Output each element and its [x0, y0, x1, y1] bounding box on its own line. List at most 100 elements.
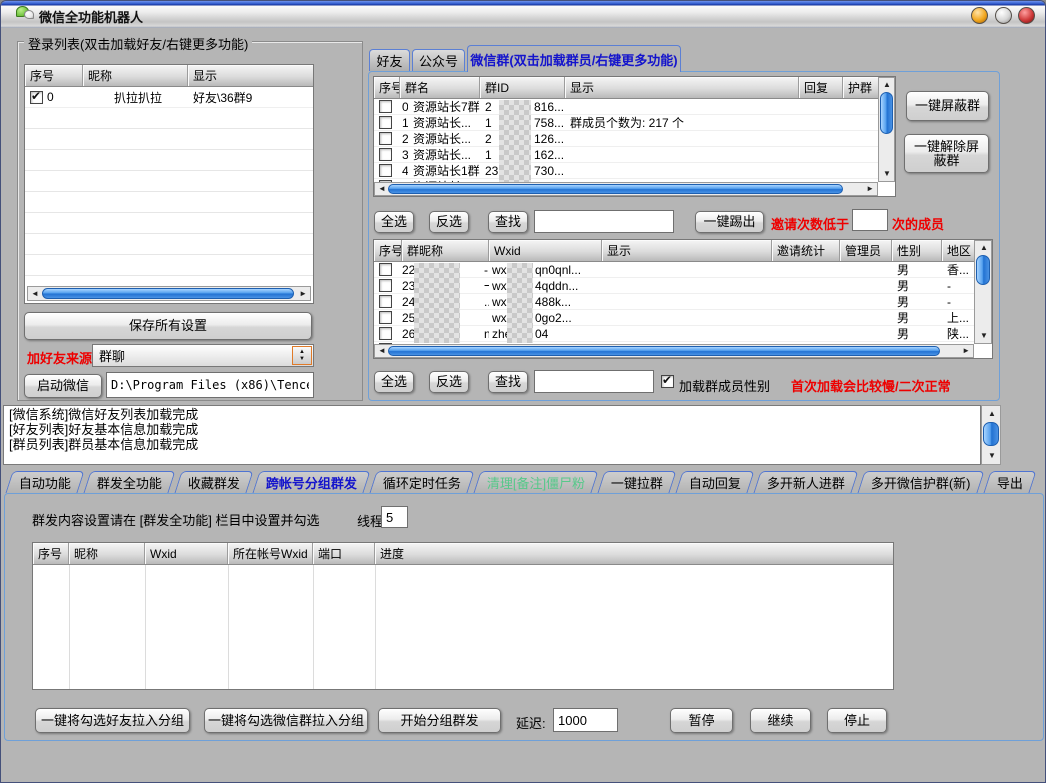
group-row-id: 2 [485, 100, 492, 114]
thread-count-input[interactable] [381, 506, 408, 528]
member-row[interactable]: 23 如一棒 wxi4qddn... 男 - [374, 278, 975, 294]
block-group-button[interactable]: 一键屏蔽群 [906, 91, 989, 121]
members-table-vscrollbar[interactable]: ▲ ▼ [974, 240, 992, 344]
tab-clean-zombie-fans[interactable]: 清理[备注]僵尸粉 [474, 471, 599, 493]
wechat-path-input[interactable] [106, 372, 314, 398]
scroll-thumb[interactable] [983, 422, 999, 446]
group-row-checkbox[interactable] [379, 132, 392, 145]
column-header: 管理员 [840, 240, 892, 261]
members-invert-selection-button[interactable]: 反选 [429, 371, 469, 393]
unblock-group-button[interactable]: 一键解除屏蔽群 [904, 134, 989, 173]
group-row-checkbox[interactable] [379, 100, 392, 113]
load-member-sex-checkbox[interactable]: ✔ [661, 375, 674, 388]
log-line: [好友列表]好友基本信息加载完成 [9, 422, 975, 437]
members-select-all-button[interactable]: 全选 [374, 371, 414, 393]
log-vscrollbar[interactable]: ▲ ▼ [981, 405, 1001, 465]
scroll-down-icon[interactable]: ▼ [988, 452, 996, 460]
close-button[interactable] [1018, 7, 1035, 24]
member-row-checkbox[interactable] [379, 327, 392, 340]
group-row[interactable]: 1 资源站长... 1758... 群成员个数为: 217 个 [374, 115, 879, 131]
tab-cross-account-group-send[interactable]: 跨帐号分组群发 [252, 471, 370, 493]
tab-mass-send[interactable]: 群发全功能 [83, 471, 175, 493]
tab-one-key-invite[interactable]: 一键拉群 [598, 471, 677, 493]
tab-auto-reply[interactable]: 自动回复 [676, 471, 755, 493]
group-row-name: 资源站长... [408, 131, 480, 147]
login-table-hscrollbar[interactable]: ◄ ► [27, 286, 311, 301]
groups-table-hscrollbar[interactable]: ◄ ► [374, 182, 878, 196]
groups-search-input[interactable] [534, 210, 674, 233]
tab-multi-guard-group[interactable]: 多开微信护群(新) [858, 471, 985, 493]
spinner-down-icon[interactable]: ▼ [299, 356, 305, 363]
member-row-checkbox[interactable] [379, 279, 392, 292]
tab-wechat-groups[interactable]: 微信群(双击加载群员/右键更多功能) [467, 45, 681, 72]
tab-multi-newcomer[interactable]: 多开新人进群 [754, 471, 859, 493]
launch-wechat-button[interactable]: 启动微信 [24, 374, 102, 398]
pause-button[interactable]: 暂停 [670, 708, 733, 733]
maximize-button[interactable] [995, 7, 1012, 24]
tab-scheduled-tasks[interactable]: 循环定时任务 [369, 471, 474, 493]
scroll-down-icon[interactable]: ▼ [883, 170, 891, 178]
group-row-checkbox[interactable] [379, 116, 392, 129]
spinner-up-icon[interactable]: ▲ [299, 349, 305, 356]
delay-input[interactable] [553, 708, 618, 732]
tab-auto-functions[interactable]: 自动功能 [5, 471, 84, 493]
scroll-right-icon[interactable]: ► [299, 290, 307, 298]
scroll-right-icon[interactable]: ► [962, 347, 970, 355]
scroll-thumb[interactable] [976, 255, 990, 285]
start-group-broadcast-button[interactable]: 开始分组群发 [378, 708, 501, 733]
kick-members-button[interactable]: 一键踢出 [695, 211, 764, 233]
stop-button[interactable]: 停止 [827, 708, 887, 733]
members-table-hscrollbar[interactable]: ◄ ► [374, 344, 974, 358]
save-all-settings-button[interactable]: 保存所有设置 [24, 312, 312, 340]
group-row-checkbox[interactable] [379, 164, 392, 177]
pull-friends-to-group-button[interactable]: 一键将勾选好友拉入分组 [35, 708, 190, 733]
members-search-input[interactable] [534, 370, 654, 393]
minimize-button[interactable] [971, 7, 988, 24]
invite-threshold-input[interactable] [852, 209, 888, 231]
scroll-up-icon[interactable]: ▲ [988, 410, 996, 418]
log-output[interactable]: [微信系统]微信好友列表加载完成 [好友列表]好友基本信息加载完成 [群员列表]… [3, 405, 981, 465]
member-row[interactable]: 22 -【... wxiqn0qnl... 男 香... [374, 262, 975, 278]
groups-invert-selection-button[interactable]: 反选 [429, 211, 469, 233]
tab-friends[interactable]: 好友 [369, 49, 410, 71]
scroll-up-icon[interactable]: ▲ [883, 81, 891, 89]
scroll-up-icon[interactable]: ▲ [980, 244, 988, 252]
column-header: 地区 [942, 240, 975, 261]
dropdown-spinner[interactable]: ▲ ▼ [292, 346, 312, 365]
login-table-header: 序号 昵称 显示 [25, 65, 313, 87]
group-row[interactable]: 4 资源站长1群 23730... [374, 163, 879, 179]
pull-wechat-groups-to-group-button[interactable]: 一键将勾选微信群拉入分组 [204, 708, 368, 733]
scroll-left-icon[interactable]: ◄ [378, 347, 386, 355]
group-row-index: 0 [400, 99, 408, 115]
scroll-thumb[interactable] [880, 92, 893, 134]
member-row[interactable]: 24 ??... wxid_488k... 男 - [374, 294, 975, 310]
friend-source-dropdown[interactable]: 群聊 ▲ ▼ [92, 344, 314, 367]
member-row-checkbox[interactable] [379, 263, 392, 276]
member-row[interactable]: 25 莫 wxid_0go2... 男 上... [374, 310, 975, 326]
groups-find-button[interactable]: 查找 [488, 211, 528, 233]
groups-table-vscrollbar[interactable]: ▲ ▼ [878, 77, 895, 182]
tab-export[interactable]: 导出 [983, 471, 1036, 493]
tab-favorites-send[interactable]: 收藏群发 [174, 471, 253, 493]
group-row[interactable]: 0 资源站长7群 2816... [374, 99, 879, 115]
member-row[interactable]: 26 Alwn... zhen04 男 陕... [374, 326, 975, 342]
scroll-thumb[interactable] [42, 288, 294, 299]
scroll-left-icon[interactable]: ◄ [378, 185, 386, 193]
login-row-checkbox[interactable]: ✔ [30, 91, 43, 104]
group-row-checkbox[interactable] [379, 148, 392, 161]
scroll-thumb[interactable] [388, 346, 940, 356]
group-row-id-suffix: 816... [534, 100, 564, 114]
scroll-left-icon[interactable]: ◄ [31, 290, 39, 298]
group-row[interactable]: 3 资源站长... 1162... [374, 147, 879, 163]
group-row[interactable]: 2 资源站长... 2126... [374, 131, 879, 147]
members-find-button[interactable]: 查找 [488, 371, 528, 393]
scroll-right-icon[interactable]: ► [866, 185, 874, 193]
login-row[interactable]: ✔ 0 扒拉扒拉 好友\36群9 [25, 87, 313, 108]
member-row-checkbox[interactable] [379, 311, 392, 324]
resume-button[interactable]: 继续 [750, 708, 811, 733]
member-row-checkbox[interactable] [379, 295, 392, 308]
groups-select-all-button[interactable]: 全选 [374, 211, 414, 233]
scroll-down-icon[interactable]: ▼ [980, 332, 988, 340]
scroll-thumb[interactable] [388, 184, 843, 194]
tab-official-accounts[interactable]: 公众号 [412, 49, 465, 71]
